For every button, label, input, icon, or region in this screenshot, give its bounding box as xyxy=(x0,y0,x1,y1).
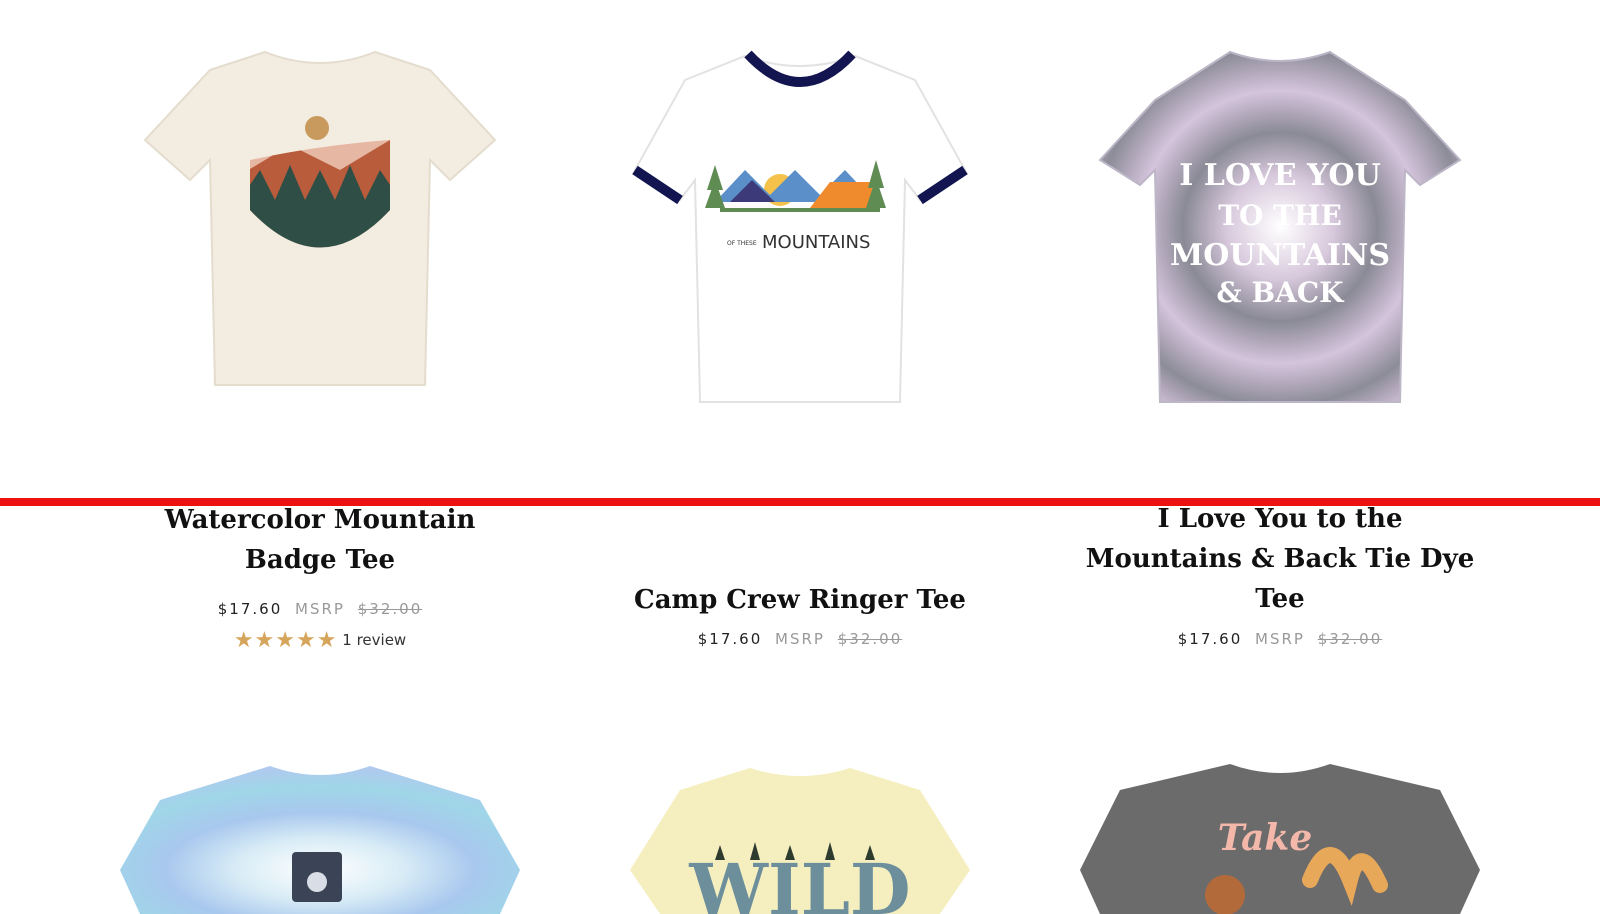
star-icon: ★ xyxy=(254,628,276,653)
msrp-label: MSRP xyxy=(295,600,345,618)
product-image[interactable]: OF THESE MOUNTAINS xyxy=(580,30,1020,420)
svg-text:I LOVE YOU: I LOVE YOU xyxy=(1179,158,1380,193)
product-card-take[interactable]: Take xyxy=(1060,760,1500,914)
svg-text:Take: Take xyxy=(1218,817,1313,859)
tshirt-icon: OF THESE MOUNTAINS xyxy=(632,50,968,403)
price-row: $17.60 MSRP $32.00 xyxy=(1060,630,1500,648)
svg-text:OF THESE: OF THESE xyxy=(727,240,757,247)
section-divider xyxy=(0,498,1600,506)
product-image[interactable]: I LOVE YOU TO THE MOUNTAINS & BACK xyxy=(1060,30,1500,420)
product-card-wild[interactable]: WILD xyxy=(580,760,1020,914)
svg-text:MOUNTAINS: MOUNTAINS xyxy=(762,232,870,253)
svg-text:MOUNTAINS: MOUNTAINS xyxy=(1170,238,1390,273)
product-card-camp-crew[interactable]: OF THESE MOUNTAINS Camp Crew Ringer Tee … xyxy=(580,0,1020,660)
rating-row[interactable]: ★★★★★ 1 review xyxy=(100,628,540,653)
sale-price: $17.60 xyxy=(1177,630,1243,648)
tshirt-icon: I LOVE YOU TO THE MOUNTAINS & BACK xyxy=(1098,50,1462,403)
product-title[interactable]: Camp Crew Ringer Tee xyxy=(580,580,1020,620)
star-icon: ★ xyxy=(316,628,338,653)
tshirt-icon: Take xyxy=(1080,764,1480,914)
msrp-label: MSRP xyxy=(775,630,825,648)
sale-price: $17.60 xyxy=(697,630,763,648)
tshirt-icon xyxy=(120,766,520,914)
product-image[interactable] xyxy=(100,760,540,914)
product-card-tie-dye-mountains[interactable]: I LOVE YOU TO THE MOUNTAINS & BACK I Lov… xyxy=(1060,0,1500,660)
product-title[interactable]: Watercolor Mountain Badge Tee xyxy=(100,500,540,580)
product-card-tie-dye-jeep[interactable] xyxy=(100,760,540,914)
original-price: $32.00 xyxy=(1317,630,1383,648)
svg-text:& BACK: & BACK xyxy=(1216,276,1345,309)
product-title[interactable]: I Love You to the Mountains & Back Tie D… xyxy=(1060,499,1500,619)
product-image[interactable]: WILD xyxy=(580,760,1020,914)
msrp-label: MSRP xyxy=(1255,630,1305,648)
sale-price: $17.60 xyxy=(217,600,283,618)
price-row: $17.60 MSRP $32.00 xyxy=(580,630,1020,648)
star-icon: ★ xyxy=(275,628,297,653)
tshirt-icon: WILD xyxy=(630,768,970,914)
star-icon: ★ xyxy=(233,628,255,653)
original-price: $32.00 xyxy=(837,630,903,648)
star-icon: ★ xyxy=(296,628,317,653)
tshirt-icon xyxy=(143,50,497,386)
product-card-watercolor-mountain[interactable]: Watercolor Mountain Badge Tee $17.60 MSR… xyxy=(100,0,540,660)
original-price: $32.00 xyxy=(357,600,423,618)
svg-text:TO THE: TO THE xyxy=(1218,199,1342,232)
review-count[interactable]: 1 review xyxy=(342,631,406,649)
product-image[interactable]: Take xyxy=(1060,760,1500,914)
product-image[interactable] xyxy=(100,30,540,420)
price-row: $17.60 MSRP $32.00 xyxy=(100,600,540,618)
